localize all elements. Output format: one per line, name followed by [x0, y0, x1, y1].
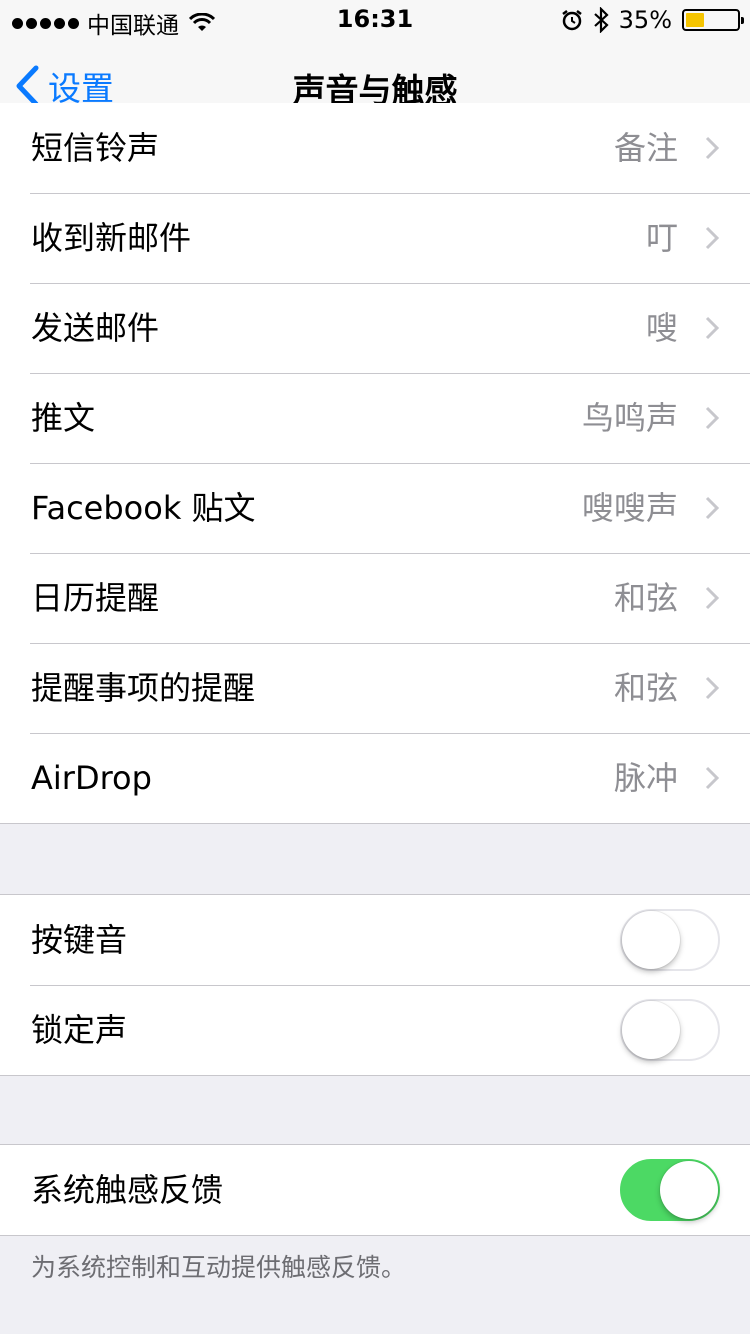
switch-knob	[622, 1001, 680, 1059]
chevron-right-icon	[705, 406, 720, 430]
list-item[interactable]: 提醒事项的提醒 和弦	[0, 643, 750, 733]
list-item[interactable]: 短信铃声 备注	[0, 103, 750, 193]
row-label: AirDrop	[31, 759, 152, 797]
sound-toggle-list: 按键音 锁定声	[0, 894, 750, 1076]
haptics-footer-note: 为系统控制和互动提供触感反馈。	[31, 1253, 407, 1282]
row-label: 短信铃声	[31, 129, 160, 167]
row-label: 收到新邮件	[31, 219, 192, 257]
alarm-clock-icon	[561, 10, 582, 31]
list-item[interactable]: Facebook 贴文 嗖嗖声	[0, 463, 750, 553]
chevron-right-icon	[705, 586, 720, 610]
list-item[interactable]: 推文 鸟鸣声	[0, 373, 750, 463]
list-item: 按键音	[0, 895, 750, 985]
bluetooth-icon	[593, 7, 609, 33]
switch-knob	[622, 911, 680, 969]
row-label: 提醒事项的提醒	[31, 669, 256, 707]
keyboard-clicks-switch[interactable]	[620, 909, 720, 971]
row-label: 发送邮件	[31, 309, 160, 347]
row-label: 推文	[31, 399, 96, 437]
row-value: 和弦	[613, 579, 678, 617]
status-bar: 中国联通 16:31 35%	[0, 0, 750, 40]
battery-icon	[682, 9, 744, 31]
chevron-right-icon	[705, 676, 720, 700]
row-value: 嗖	[645, 309, 678, 347]
haptics-list: 系统触感反馈	[0, 1144, 750, 1236]
list-item: 锁定声	[0, 985, 750, 1075]
chevron-right-icon	[705, 496, 720, 520]
status-right: 35%	[561, 6, 744, 34]
list-item[interactable]: 日历提醒 和弦	[0, 553, 750, 643]
switch-knob	[660, 1161, 718, 1219]
row-value: 叮	[645, 219, 678, 257]
keyboard-clicks-label: 按键音	[31, 921, 128, 959]
list-item[interactable]: 收到新邮件 叮	[0, 193, 750, 283]
row-label: Facebook 贴文	[31, 489, 256, 527]
battery-percent: 35%	[618, 6, 672, 34]
chevron-right-icon	[705, 136, 720, 160]
row-value: 鸟鸣声	[581, 399, 678, 437]
system-haptics-switch[interactable]	[620, 1159, 720, 1221]
list-item: 系统触感反馈	[0, 1145, 750, 1235]
row-value: 嗖嗖声	[581, 489, 678, 527]
lock-sound-label: 锁定声	[31, 1011, 128, 1049]
list-item[interactable]: 发送邮件 嗖	[0, 283, 750, 373]
sound-list: 短信铃声 备注 收到新邮件 叮 发送邮件 嗖 推文 鸟鸣声 Facebook 贴…	[0, 103, 750, 824]
row-value: 备注	[613, 129, 678, 167]
lock-sound-switch[interactable]	[620, 999, 720, 1061]
system-haptics-label: 系统触感反馈	[31, 1171, 224, 1209]
chevron-right-icon	[705, 766, 720, 790]
row-value: 和弦	[613, 669, 678, 707]
chevron-right-icon	[705, 316, 720, 340]
list-item[interactable]: AirDrop 脉冲	[0, 733, 750, 823]
chevron-right-icon	[705, 226, 720, 250]
row-value: 脉冲	[613, 759, 678, 797]
row-label: 日历提醒	[31, 579, 160, 617]
